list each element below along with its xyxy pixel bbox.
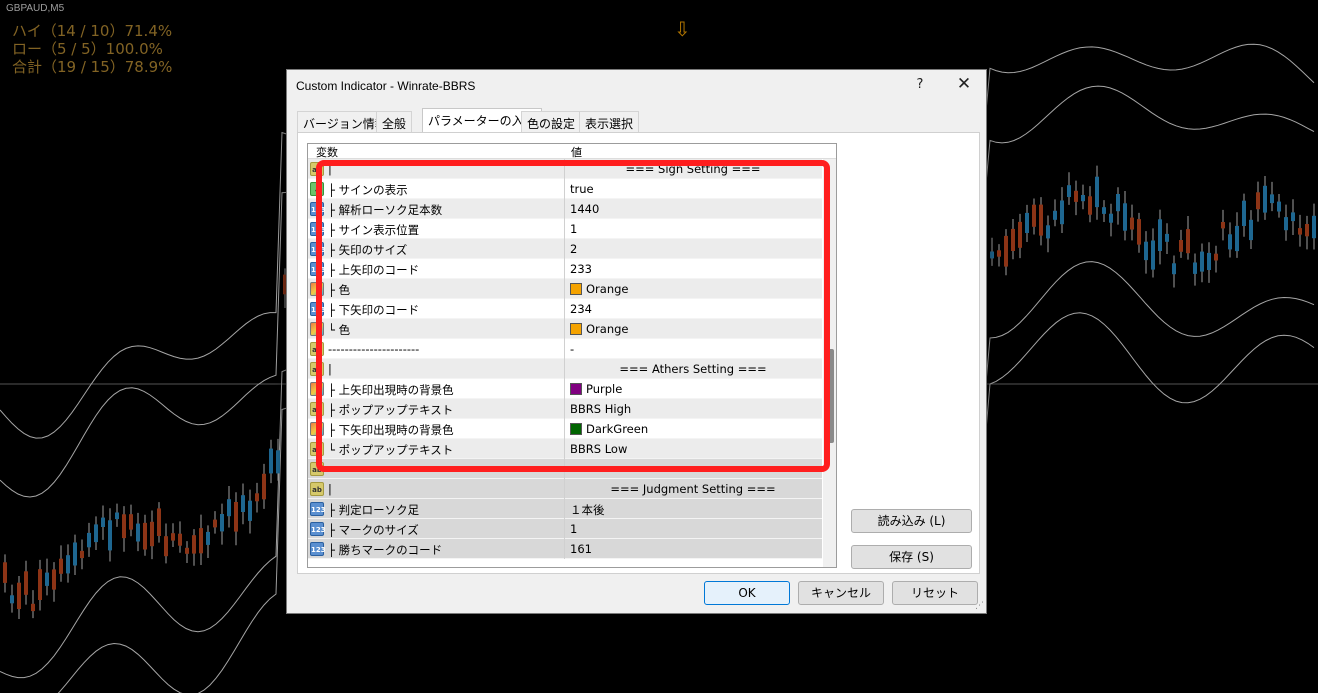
parameter-value[interactable]: 1 [570,522,577,536]
column-separator [564,539,565,559]
save-button[interactable]: 保存 (S) [851,545,972,569]
parameter-value-text: === Judgment Setting === [610,482,776,496]
parameter-row[interactable]: 123 ├ 勝ちマークのコード 161 [308,539,822,559]
parameter-name: ├ 判定ローソク足 [328,503,420,517]
parameter-value[interactable]: === Judgment Setting === [564,482,822,496]
parameter-value-text: 1 [570,522,578,536]
tab-general[interactable]: 全般 [376,111,413,132]
string-type-icon: ab [310,482,324,496]
header-value: 値 [571,146,582,159]
highlight-box [316,160,830,472]
close-button[interactable]: ✕ [952,74,976,96]
help-button[interactable]: ? [912,77,928,95]
integer-type-icon: 123 [310,502,326,516]
integer-type-icon: 123 [310,542,326,556]
dialog-titlebar[interactable]: Custom Indicator - Winrate-BBRS ? ✕ [287,70,986,102]
load-button[interactable]: 読み込み (L) [851,509,972,533]
resize-grip-icon[interactable]: ⋰ [975,601,984,611]
grid-header: 変数 値 [308,144,836,159]
parameter-row[interactable]: ab | === Judgment Setting === [308,479,822,499]
parameter-name: | [328,482,332,496]
parameter-value[interactable]: 161 [570,542,592,556]
ok-button[interactable]: OK [704,581,790,605]
column-separator [564,519,565,539]
header-variable: 変数 [316,146,338,159]
parameter-value[interactable]: １本後 [570,502,605,518]
parameter-name: ├ マークのサイズ [328,523,419,537]
parameter-row[interactable]: 123 ├ マークのサイズ 1 [308,519,822,539]
tab-visualization[interactable]: 表示選択 [579,111,640,132]
parameter-row[interactable]: 123 ├ 判定ローソク足 １本後 [308,499,822,519]
cancel-button[interactable]: キャンセル [798,581,884,605]
parameter-name: ├ 勝ちマークのコード [328,543,443,557]
parameter-value-text: １本後 [570,503,605,517]
reset-button[interactable]: リセット [892,581,978,605]
tab-colors[interactable]: 色の設定 [521,111,582,132]
dialog-title: Custom Indicator - Winrate-BBRS [296,79,476,93]
integer-type-icon: 123 [310,522,326,536]
column-separator [564,499,565,519]
parameter-value-text: 161 [570,542,592,556]
